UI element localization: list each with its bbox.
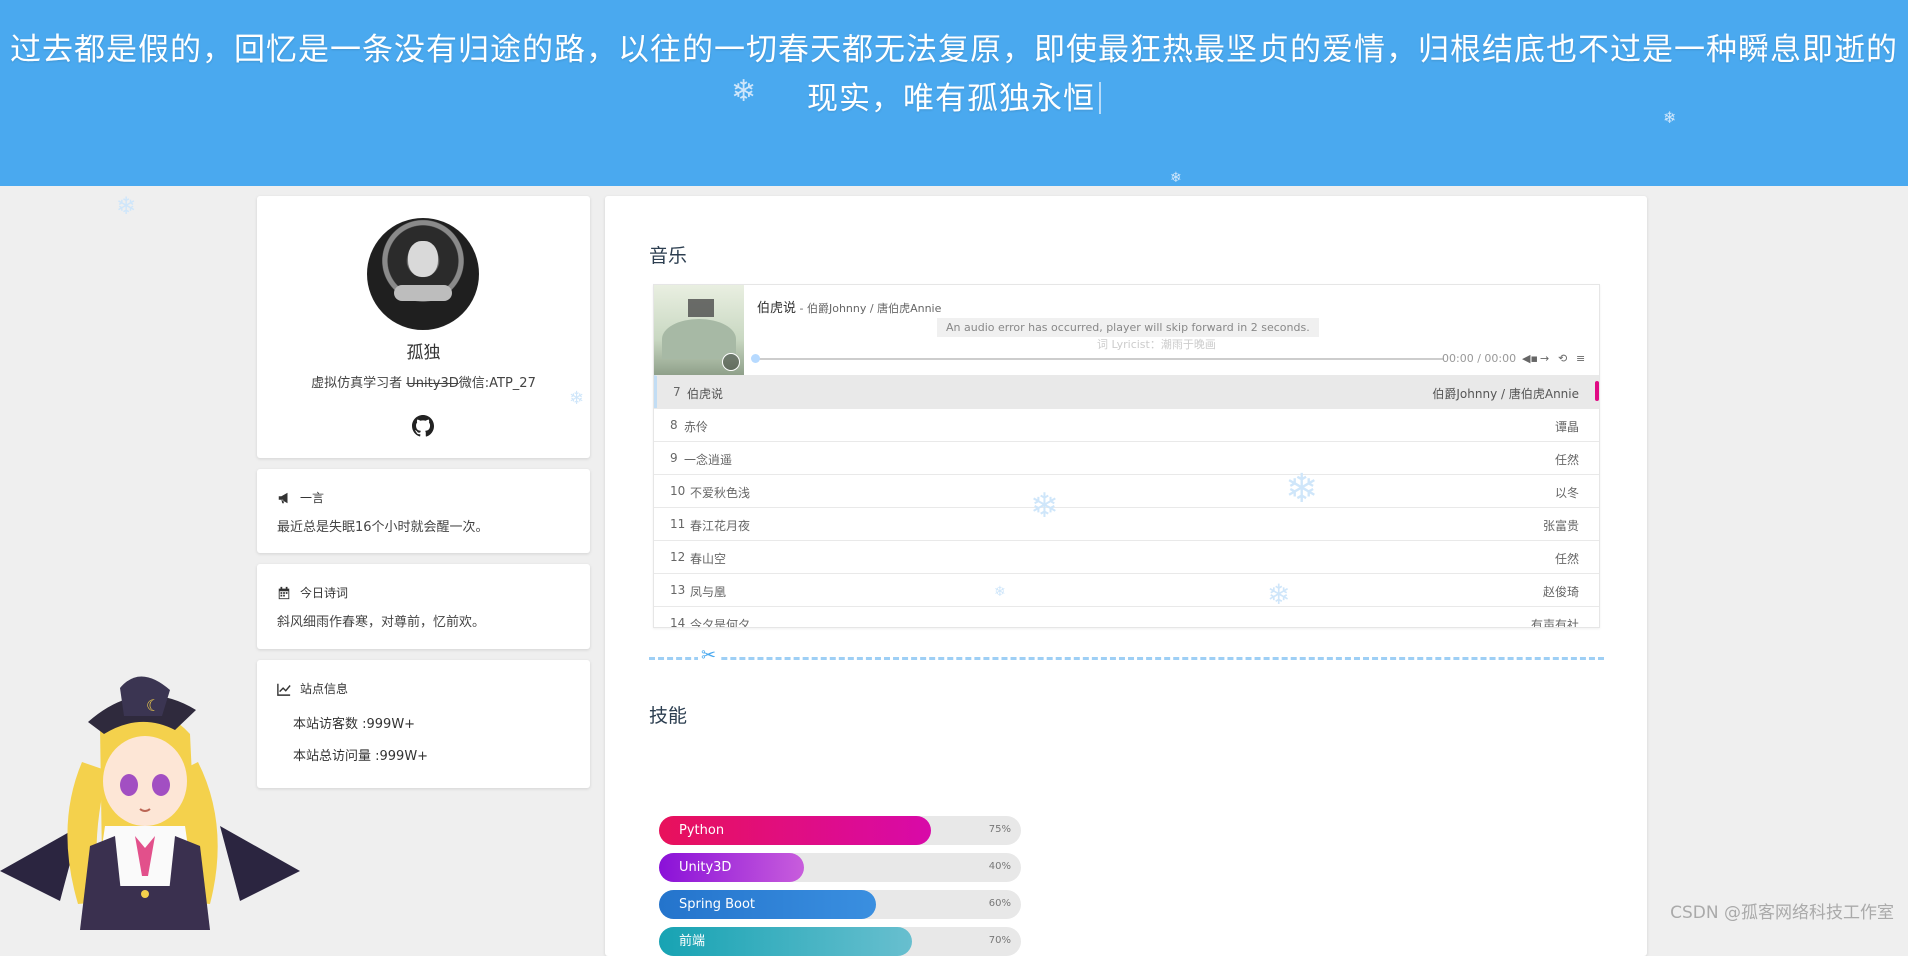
playlist-item[interactable]: 14 今夕是何夕 有声有社 bbox=[654, 606, 1599, 628]
time-display: 00:00 / 00:00 bbox=[1442, 352, 1517, 365]
hero-quote-line-1: 过去都是假的，回忆是一条没有归途的路，以往的一切春天都无法复原，即使最狂热最坚贞… bbox=[10, 32, 1898, 68]
track-title: 伯虎说 bbox=[687, 387, 724, 401]
playlist-item[interactable]: 8 赤伶 谭晶 bbox=[654, 408, 1599, 441]
volume-icon[interactable]: ◀▪ bbox=[1522, 352, 1538, 365]
playlist-scrollbar[interactable] bbox=[1595, 381, 1599, 401]
playlist-item[interactable]: 7 伯虎说 伯爵Johnny / 唐伯虎Annie bbox=[654, 375, 1599, 408]
album-cover[interactable] bbox=[654, 285, 744, 375]
skills-section-title: 技能 bbox=[649, 705, 688, 727]
svg-text:☾: ☾ bbox=[146, 696, 160, 715]
skill-fill: Unity3D bbox=[659, 853, 804, 882]
playlist-item[interactable]: 11 春江花月夜 张富贵 bbox=[654, 507, 1599, 540]
track-title: 春山空 bbox=[690, 552, 727, 566]
skill-percent: 70% bbox=[988, 935, 1011, 946]
oneword-card: 一言 最近总是失眠16个小时就会醒一次。 bbox=[257, 469, 590, 553]
track-artist: 赵俊琦 bbox=[1542, 585, 1579, 599]
snowflake-icon: ❄ bbox=[569, 388, 585, 409]
oneword-text: 最近总是失眠16个小时就会醒一次。 bbox=[277, 520, 489, 535]
track-number: 10 bbox=[670, 484, 686, 498]
scissors-icon: ✂ bbox=[698, 645, 720, 666]
skill-fill: Spring Boot bbox=[659, 890, 877, 919]
hero-quote-line-2: 现实，唯有孤独永恒 bbox=[807, 81, 1095, 117]
skill-percent: 60% bbox=[988, 898, 1011, 909]
skill-percent: 75% bbox=[988, 824, 1011, 835]
skill-percent: 40% bbox=[988, 861, 1011, 872]
track-artist: 伯爵Johnny / 唐伯虎Annie bbox=[1432, 387, 1579, 401]
view-count: 本站总访问量 :999W+ bbox=[293, 749, 429, 764]
track-number: 13 bbox=[670, 583, 686, 597]
lyric-line: 词 Lyricist：潮雨于晚画 bbox=[1097, 338, 1216, 351]
track-number: 8 bbox=[670, 418, 678, 432]
loop-icon[interactable]: ⟲ bbox=[1558, 352, 1567, 365]
music-player[interactable]: 伯虎说 - 伯爵Johnny / 唐伯虎Annie 词 Lyricist：潮雨于… bbox=[653, 284, 1600, 628]
track-artist: 张富贵 bbox=[1542, 519, 1579, 533]
profile-bio: 虚拟仿真学习者 Unity3D微信:ATP_27 bbox=[311, 376, 536, 391]
profile-card: 孤独 虚拟仿真学习者 Unity3D微信:ATP_27 ❄ bbox=[257, 196, 590, 458]
track-artist: 以冬 bbox=[1554, 486, 1579, 500]
github-icon[interactable] bbox=[412, 415, 434, 437]
pause-icon[interactable] bbox=[722, 353, 740, 371]
snowflake-icon: ❄ bbox=[116, 192, 137, 220]
section-divider bbox=[649, 657, 1604, 660]
track-title: 赤伶 bbox=[684, 420, 709, 434]
skill-fill: 前端 bbox=[659, 927, 913, 956]
playlist-item[interactable]: 9 一念逍遥 任然 bbox=[654, 441, 1599, 474]
visitor-count: 本站访客数 :999W+ bbox=[293, 717, 416, 732]
track-number: 11 bbox=[670, 517, 686, 531]
track-title: 凤与凰 bbox=[690, 585, 727, 599]
music-section-title: 音乐 bbox=[649, 245, 688, 267]
snowflake-icon: ❄ bbox=[1170, 170, 1182, 186]
progress-bar[interactable] bbox=[751, 354, 1444, 363]
playlist-icon[interactable]: ≡ bbox=[1576, 352, 1585, 365]
hero-banner: 过去都是假的，回忆是一条没有归途的路，以往的一切春天都无法复原，即使最狂热最坚贞… bbox=[0, 0, 1908, 186]
track-number: 14 bbox=[670, 616, 686, 628]
csdn-watermark: CSDN @孤客网络科技工作室 bbox=[1670, 903, 1894, 923]
bullhorn-icon bbox=[278, 492, 288, 503]
site-info-card: 站点信息 本站访客数 :999W+ 本站总访问量 :999W+ bbox=[257, 660, 590, 788]
track-number: 9 bbox=[670, 451, 678, 465]
profile-name: 孤独 bbox=[406, 343, 441, 363]
poem-text: 斜风细雨作春寒，对尊前，忆前欢。 bbox=[277, 615, 486, 630]
playlist-item[interactable]: 12 春山空 任然 bbox=[654, 540, 1599, 573]
skill-bar: 前端 70% bbox=[659, 927, 1021, 956]
skill-bar: Unity3D 40% bbox=[659, 853, 1021, 882]
skill-fill: Python bbox=[659, 816, 931, 845]
playlist-item[interactable]: 13 凤与凰 赵俊琦 bbox=[654, 573, 1599, 606]
track-artist: 有声有社 bbox=[1530, 618, 1579, 628]
avatar[interactable] bbox=[367, 218, 479, 330]
order-icon[interactable]: → bbox=[1540, 352, 1549, 365]
calendar-icon bbox=[278, 586, 290, 599]
main-content-card: 音乐 伯虎说 - 伯爵Johnny / 唐伯虎Annie 词 Lyricist：… bbox=[605, 196, 1647, 956]
player-error-notice: An audio error has occurred, player will… bbox=[937, 318, 1319, 337]
track-number: 7 bbox=[673, 385, 681, 399]
skill-bar: Python 75% bbox=[659, 816, 1021, 845]
mascot-character[interactable]: ☾ bbox=[0, 676, 300, 930]
track-artist: 任然 bbox=[1554, 552, 1579, 566]
track-title: 不爱秋色浅 bbox=[690, 486, 751, 500]
skill-bar: Spring Boot 60% bbox=[659, 890, 1021, 919]
typing-caret bbox=[1099, 82, 1101, 114]
track-title: 一念逍遥 bbox=[684, 453, 733, 467]
poem-card: 今日诗词 斜风细雨作春寒，对尊前，忆前欢。 bbox=[257, 564, 590, 649]
track-artist: 任然 bbox=[1554, 453, 1579, 467]
hero-quote: 过去都是假的，回忆是一条没有归途的路，以往的一切春天都无法复原，即使最狂热最坚贞… bbox=[0, 26, 1908, 124]
track-title: 今夕是何夕 bbox=[690, 618, 751, 628]
track-list: 7 伯虎说 伯爵Johnny / 唐伯虎Annie 8 赤伶 谭晶 9 一念逍遥 任然 10 不爱秋… bbox=[654, 375, 1599, 628]
now-playing-title: 伯虎说 - 伯爵Johnny / 唐伯虎Annie bbox=[757, 301, 942, 316]
oneword-title: 一言 bbox=[277, 489, 324, 506]
poem-title: 今日诗词 bbox=[277, 584, 348, 601]
track-number: 12 bbox=[670, 550, 686, 564]
playlist-item[interactable]: 10 不爱秋色浅 以冬 bbox=[654, 474, 1599, 507]
track-title: 春江花月夜 bbox=[690, 519, 751, 533]
progress-handle[interactable] bbox=[751, 354, 760, 363]
track-artist: 谭晶 bbox=[1554, 420, 1579, 434]
